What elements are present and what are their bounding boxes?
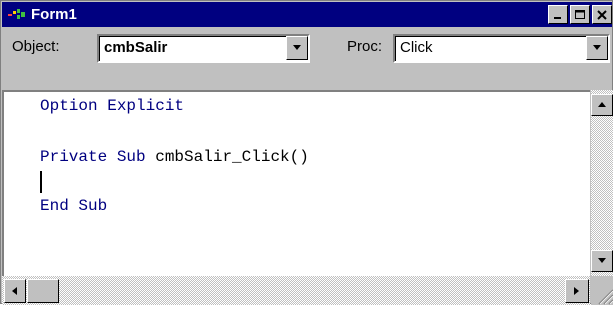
arrow-left-icon (12, 287, 17, 295)
chevron-down-icon (593, 45, 601, 50)
code-editor[interactable]: Option Explicit Private Sub cmbSalir_Cli… (2, 90, 590, 276)
keyword-private-sub: Private Sub (40, 148, 146, 166)
resize-grip-icon (598, 289, 613, 305)
minimize-icon (554, 16, 561, 19)
maximize-icon (574, 9, 585, 19)
title-bar[interactable]: Form1 (2, 2, 612, 27)
scroll-left-button[interactable] (4, 279, 26, 303)
object-dropdown[interactable]: cmbSalir (97, 34, 310, 63)
object-dropdown-value: cmbSalir (104, 39, 168, 56)
arrow-down-icon (598, 258, 606, 263)
object-label: Object: (12, 38, 60, 55)
arrow-right-icon (574, 287, 579, 295)
chevron-down-icon (293, 45, 301, 50)
text-cursor (40, 171, 42, 193)
code-line-option-explicit: Option Explicit (40, 97, 184, 115)
proc-dropdown-button[interactable] (586, 36, 608, 60)
scroll-right-button[interactable] (565, 279, 589, 303)
toolbar: Object: cmbSalir Proc: Click (2, 28, 612, 88)
maximize-button[interactable] (570, 5, 590, 24)
window-title: Form1 (31, 6, 77, 23)
keyword-end-sub: End Sub (40, 197, 108, 215)
scroll-up-button[interactable] (591, 94, 613, 116)
horizontal-scroll-thumb[interactable] (27, 279, 59, 303)
form-icon (7, 7, 27, 23)
proc-dropdown-value: Click (400, 39, 433, 56)
resize-grip[interactable] (591, 276, 613, 305)
minimize-button[interactable] (548, 5, 568, 24)
arrow-up-icon (598, 102, 606, 107)
procedure-name: cmbSalir_Click() (145, 148, 309, 166)
vertical-scrollbar[interactable] (591, 90, 613, 276)
keyword-option-explicit: Option Explicit (40, 97, 185, 115)
close-button[interactable] (592, 5, 612, 24)
object-dropdown-button[interactable] (286, 36, 308, 60)
scroll-down-button[interactable] (591, 250, 613, 272)
code-window: Form1 Object: cmbSalir Proc: Click Optio… (0, 0, 613, 305)
caption-buttons (546, 5, 612, 24)
horizontal-scrollbar[interactable] (2, 276, 590, 305)
close-icon (597, 9, 607, 20)
proc-dropdown[interactable]: Click (393, 34, 610, 63)
code-line-end-sub: End Sub (40, 197, 107, 215)
code-line-sub-declaration: Private Sub cmbSalir_Click() (40, 148, 309, 166)
proc-label: Proc: (347, 38, 383, 55)
